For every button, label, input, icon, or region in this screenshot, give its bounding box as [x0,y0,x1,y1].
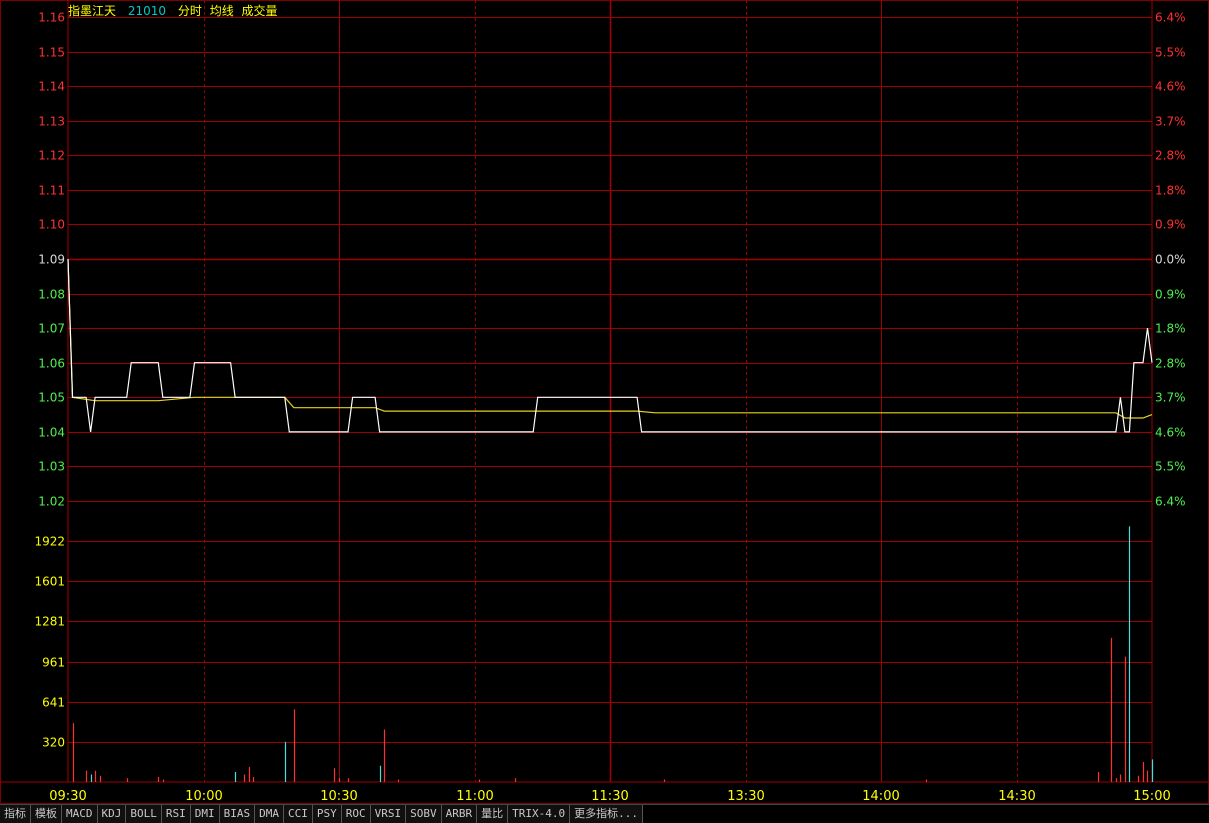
tab-volume-ratio[interactable]: 量比 [477,805,509,823]
price-tick-label: 1.15 [38,46,65,60]
percent-tick-label: 0.9% [1155,218,1186,232]
volume-tick-label: 961 [42,656,65,670]
price-tick-label: 1.09 [38,253,65,267]
time-tick-label: 14:00 [862,789,899,804]
tab-bias[interactable]: BIAS [219,805,256,823]
percent-tick-label: 5.5% [1155,46,1186,60]
tab-rsi[interactable]: RSI [161,805,191,823]
percent-tick-label: 6.4% [1155,11,1186,25]
percent-tick-label: 3.7% [1155,115,1186,129]
tab-boll[interactable]: BOLL [126,805,162,823]
tab-roc[interactable]: ROC [341,805,371,823]
percent-tick-label: 2.8% [1155,149,1186,163]
percent-tick-label: 1.8% [1155,184,1186,198]
price-tick-label: 1.16 [38,11,65,25]
price-tick-label: 1.12 [38,149,65,163]
percent-tick-label: 6.4% [1155,495,1186,509]
percent-tick-label: 5.5% [1155,460,1186,474]
time-tick-label: 11:30 [591,789,628,804]
tab-kdj[interactable]: KDJ [97,805,127,823]
tab-cci[interactable]: CCI [284,805,313,823]
price-tick-label: 1.14 [38,80,65,94]
tab-trix[interactable]: TRIX-4.0 [508,805,571,823]
percent-tick-label: 4.6% [1155,426,1186,440]
time-tick-label: 10:00 [185,789,222,804]
time-tick-label: 13:30 [727,789,764,804]
tab-sobv[interactable]: SOBV [406,805,442,823]
volume-tick-label: 1601 [34,575,65,589]
price-tick-label: 1.03 [38,460,65,474]
tab-psy[interactable]: PSY [312,805,342,823]
price-tick-label: 1.02 [38,495,65,509]
price-tick-label: 1.06 [38,357,65,371]
time-tick-label: 09:30 [49,789,86,804]
tab-more-indicators[interactable]: 更多指标... [570,805,643,823]
percent-tick-label: 2.8% [1155,357,1186,371]
tab-macd[interactable]: MACD [62,805,98,823]
price-tick-label: 1.10 [38,218,65,232]
indicator-tab-bar: 指标 模板 MACD KDJ BOLL RSI DMI BIAS DMA CCI… [0,804,1209,823]
time-tick-label: 10:30 [320,789,357,804]
time-tick-label: 11:00 [456,789,493,804]
outer-frame [0,0,1209,804]
intraday-chart[interactable]: 1.16 6.4% 1.15 5.5% 1.14 4.6% 1.13 3.7% 1.12 2.8%… [0,0,1209,804]
percent-tick-label: 4.6% [1155,80,1186,94]
tab-vrsi[interactable]: VRSI [370,805,407,823]
tab-indicator[interactable]: 指标 [0,805,31,823]
price-tick-label: 1.07 [38,322,65,336]
percent-tick-label: 3.7% [1155,391,1186,405]
price-tick-label: 1.05 [38,391,65,405]
volume-tick-label: 320 [42,736,65,750]
volume-tick-label: 1922 [34,535,65,549]
price-tick-label: 1.13 [38,115,65,129]
price-tick-label: 1.04 [38,426,65,440]
percent-tick-label: 1.8% [1155,322,1186,336]
percent-tick-label: 0.0% [1155,253,1186,267]
tab-arbr[interactable]: ARBR [441,805,478,823]
tab-template[interactable]: 模板 [31,805,62,823]
volume-tick-label: 1281 [34,615,65,629]
percent-tick-label: 0.9% [1155,288,1186,302]
tab-dmi[interactable]: DMI [190,805,220,823]
price-tick-label: 1.08 [38,288,65,302]
time-tick-label: 15:00 [1133,789,1170,804]
tab-dma[interactable]: DMA [255,805,284,823]
time-tick-label: 14:30 [998,789,1035,804]
price-tick-label: 1.11 [38,184,65,198]
volume-tick-label: 641 [42,696,65,710]
